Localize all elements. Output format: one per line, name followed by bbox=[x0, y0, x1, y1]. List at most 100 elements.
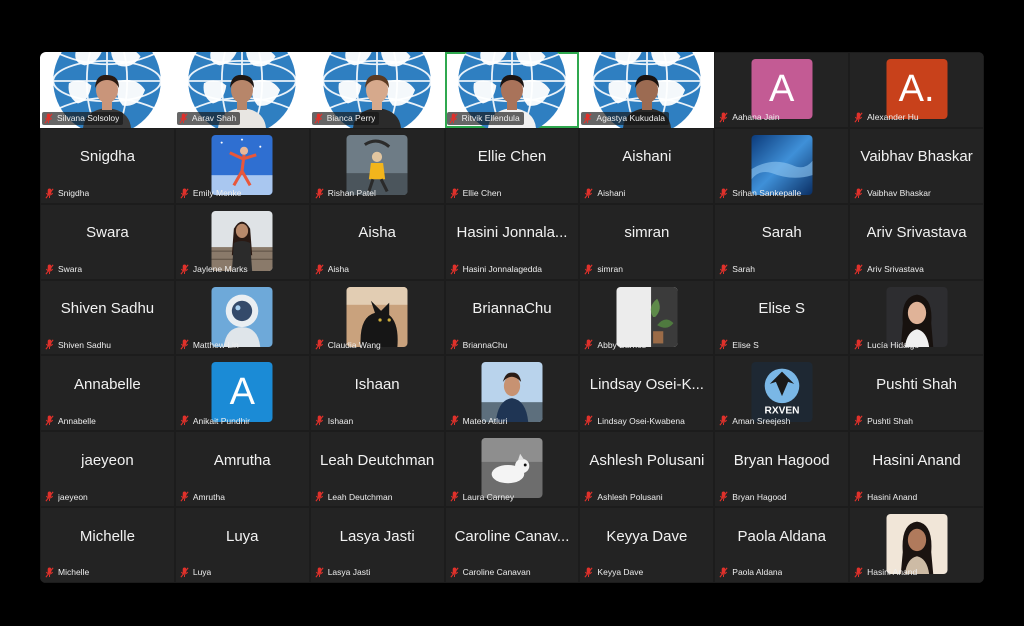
participant-tile-aishani[interactable]: Aishani Aishani bbox=[579, 127, 715, 204]
participant-tile-aarav-shah[interactable]: Aarav Shah bbox=[174, 52, 310, 128]
participant-tile-lasya-jasti[interactable]: Lasya Jasti Lasya Jasti bbox=[309, 507, 445, 583]
display-name-area: Ariv Srivastava bbox=[854, 205, 979, 261]
microphone-muted-icon bbox=[719, 188, 728, 199]
participant-display-name: Snigdha bbox=[79, 148, 135, 166]
participant-tile-aisha[interactable]: Aisha Aisha bbox=[309, 203, 445, 280]
participant-tile-hasini-anand[interactable]: Hasini Anand Hasini Anand bbox=[849, 431, 984, 508]
participant-tile-bianca-perry[interactable]: Bianca Perry bbox=[309, 52, 445, 128]
participant-tile-pushti-shah[interactable]: Pushti Shah Pushti Shah bbox=[849, 355, 984, 432]
name-label: Rishan Patel bbox=[313, 187, 380, 200]
participant-display-name: Lasya Jasti bbox=[339, 527, 415, 545]
name-label: Silvana Solsoloy bbox=[42, 111, 124, 125]
participant-tile-swara[interactable]: Swara Swara bbox=[40, 203, 175, 280]
microphone-muted-icon bbox=[45, 491, 54, 502]
participant-tile-sarah[interactable]: Sarah Sarah bbox=[714, 203, 850, 280]
participant-display-name: BriannaChu bbox=[472, 299, 552, 317]
avatar bbox=[211, 210, 273, 271]
participant-display-name: Keyya Dave bbox=[606, 527, 688, 545]
participant-tile-anikait-pundhir[interactable]: A Anikait Pundhir bbox=[174, 355, 310, 432]
participant-tile-laura-carney[interactable]: Laura Carney bbox=[444, 431, 580, 508]
participant-tile-briannachu[interactable]: BriannaChu BriannaChu bbox=[444, 279, 580, 356]
participant-tile-alexander-hu[interactable]: A. Alexander Hu bbox=[849, 52, 984, 128]
participant-tile-emily-menke[interactable]: Emily Menke bbox=[174, 127, 310, 204]
microphone-muted-icon bbox=[854, 567, 863, 578]
participant-name: Anikait Pundhir bbox=[192, 415, 251, 426]
participant-name: Pushti Shah bbox=[867, 415, 913, 426]
participant-tile-annabelle[interactable]: Annabelle Annabelle bbox=[40, 355, 175, 432]
participant-tile-ellie-chen[interactable]: Ellie Chen Ellie Chen bbox=[444, 127, 580, 204]
participant-name: Leah Deutchman bbox=[327, 491, 393, 502]
participant-tile-shiven-sadhu[interactable]: Shiven Sadhu Shiven Sadhu bbox=[40, 279, 175, 356]
participant-tile-simran[interactable]: simran simran bbox=[579, 203, 715, 280]
microphone-muted-icon bbox=[449, 567, 459, 578]
participant-tile-silvana-solsoloy[interactable]: Silvana Solsoloy bbox=[40, 52, 175, 128]
participant-display-name: Lindsay Osei-K... bbox=[589, 375, 704, 393]
participant-tile-srihan-sankepalle[interactable]: Srihan Sankepalle bbox=[714, 127, 850, 204]
participant-tile-vaibhav-bhaskar[interactable]: Vaibhav Bhaskar Vaibhav Bhaskar bbox=[849, 127, 984, 204]
microphone-muted-icon bbox=[180, 491, 189, 502]
name-label: Amrutha bbox=[178, 490, 229, 503]
participant-tile-elise-s[interactable]: Elise S Elise S bbox=[714, 279, 850, 356]
name-label: Annabelle bbox=[43, 414, 100, 427]
microphone-muted-icon bbox=[448, 113, 458, 124]
participant-tile-luya[interactable]: Luya Luya bbox=[174, 507, 310, 583]
participant-tile-hasini-anand[interactable]: Hasini Anand bbox=[849, 507, 984, 583]
microphone-muted-icon bbox=[584, 491, 593, 502]
participant-tile-amrutha[interactable]: Amrutha Amrutha bbox=[174, 431, 310, 508]
microphone-muted-icon bbox=[584, 188, 593, 199]
participant-name: Luya bbox=[192, 567, 212, 578]
participant-tile-snigdha[interactable]: Snigdha Snigdha bbox=[40, 127, 175, 204]
participant-name: Hasini Anand bbox=[867, 491, 918, 502]
participant-display-name: Ellie Chen bbox=[477, 148, 547, 166]
participant-tile-leah-deutchman[interactable]: Leah Deutchman Leah Deutchman bbox=[309, 431, 445, 508]
participant-tile-matthew-lin[interactable]: Matthew Lin bbox=[174, 279, 310, 356]
participant-tile-ashlesh-polusani[interactable]: Ashlesh Polusani Ashlesh Polusani bbox=[579, 431, 715, 508]
microphone-muted-icon bbox=[449, 188, 459, 199]
participant-tile-caroline-canavan[interactable]: Caroline Canav... Caroline Canavan bbox=[444, 507, 580, 583]
name-label: Keyya Dave bbox=[582, 566, 647, 579]
participant-tile-lucia-hidalgo[interactable]: Lucía Hidalgo bbox=[849, 279, 984, 356]
participant-tile-claudia-wang[interactable]: Claudia Wang bbox=[309, 279, 445, 356]
participant-tile-abby-barnes[interactable]: Abby Barnes bbox=[579, 279, 715, 356]
display-name-area: Sarah bbox=[719, 205, 844, 261]
name-label: Abby Barnes bbox=[582, 338, 650, 351]
name-label: Caroline Canavan bbox=[448, 566, 535, 579]
display-name-area: Paola Aldana bbox=[719, 508, 844, 564]
display-name-area: Amrutha bbox=[180, 432, 305, 488]
participant-name: Rishan Patel bbox=[327, 188, 376, 199]
name-label: Lasya Jasti bbox=[313, 566, 375, 579]
participant-tile-keyya-dave[interactable]: Keyya Dave Keyya Dave bbox=[579, 507, 715, 583]
participant-tile-agastya-kukudala[interactable]: Agastya Kukudala bbox=[579, 52, 715, 128]
participant-tile-hasini-jonnalagedda[interactable]: Hasini Jonnala... Hasini Jonnalagedda bbox=[444, 203, 580, 280]
participant-display-name: Swara bbox=[86, 224, 129, 242]
participant-name: simran bbox=[597, 264, 623, 275]
avatar bbox=[211, 134, 273, 195]
participant-tile-lindsay-osei-kwabena[interactable]: Lindsay Osei-K... Lindsay Osei-Kwabena bbox=[579, 355, 715, 432]
participant-name: Aman Sreejesh bbox=[732, 415, 791, 426]
participant-tile-jaylene-marks[interactable]: Jaylene Marks bbox=[174, 203, 310, 280]
participant-tile-ariv-srivastava[interactable]: Ariv Srivastava Ariv Srivastava bbox=[849, 203, 984, 280]
participant-name: Emily Menke bbox=[192, 188, 242, 199]
microphone-muted-icon bbox=[854, 339, 863, 350]
participant-tile-ishaan[interactable]: Ishaan Ishaan bbox=[309, 355, 445, 432]
display-name-area: Hasini Jonnala... bbox=[450, 205, 575, 261]
microphone-muted-icon bbox=[45, 567, 54, 578]
name-label: Michelle bbox=[43, 566, 93, 579]
participant-tile-michelle[interactable]: Michelle Michelle bbox=[40, 507, 175, 583]
name-label: Bryan Hagood bbox=[717, 490, 790, 503]
participant-tile-aman-sreejesh[interactable]: RXVEN Aman Sreejesh bbox=[714, 355, 850, 432]
participant-tile-rishan-patel[interactable]: Rishan Patel bbox=[309, 127, 445, 204]
participant-display-name: Leah Deutchman bbox=[320, 451, 435, 469]
name-label: Lindsay Osei-Kwabena bbox=[582, 414, 688, 427]
name-label: Swara bbox=[43, 263, 86, 276]
participant-tile-jaeyeon[interactable]: jaeyeon jaeyeon bbox=[40, 431, 175, 508]
participant-tile-aahana-jain[interactable]: A Aahana Jain bbox=[714, 52, 850, 128]
display-name-area: Lasya Jasti bbox=[315, 508, 440, 564]
participant-name: Agastya Kukudala bbox=[596, 113, 665, 124]
microphone-muted-icon bbox=[719, 415, 728, 426]
participant-tile-ritvik-ellendula[interactable]: Ritvik Ellendula bbox=[444, 52, 580, 128]
microphone-muted-icon bbox=[584, 567, 593, 578]
participant-tile-bryan-hagood[interactable]: Bryan Hagood Bryan Hagood bbox=[714, 431, 850, 508]
participant-tile-mateo-atluri[interactable]: Mateo Atluri bbox=[444, 355, 580, 432]
participant-tile-paola-aldana[interactable]: Paola Aldana Paola Aldana bbox=[714, 507, 850, 583]
